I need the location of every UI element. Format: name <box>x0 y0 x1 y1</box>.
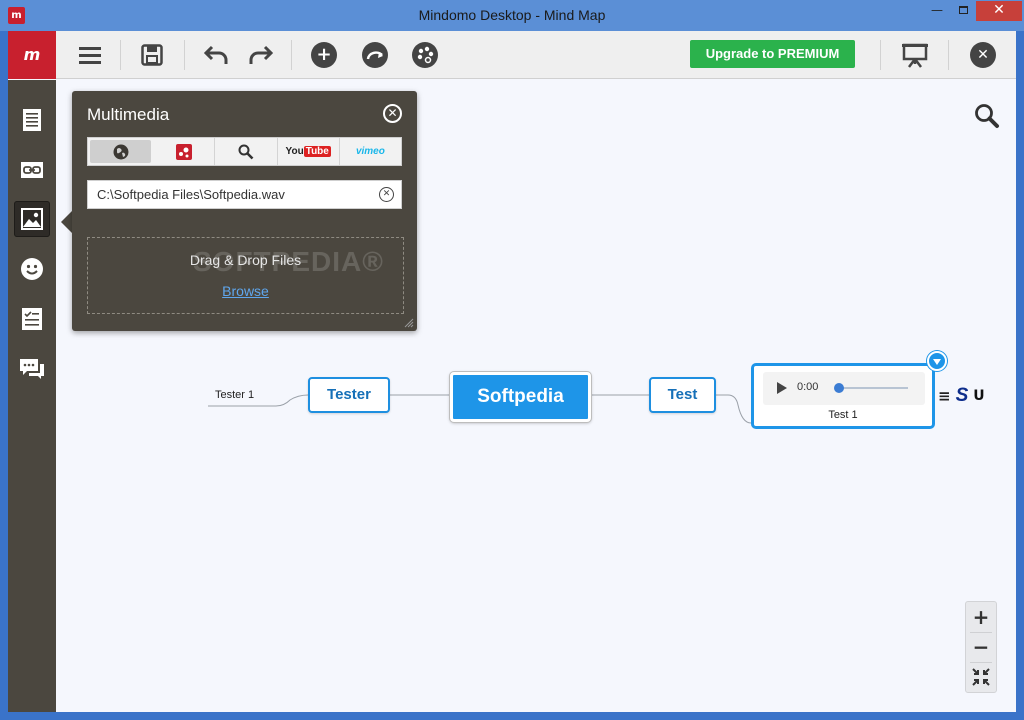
chevron-down-icon <box>933 359 941 365</box>
audio-seek-track[interactable] <box>838 387 908 389</box>
audio-seek-handle[interactable] <box>834 383 844 393</box>
topic-attachments: ≡ S ᑌ <box>938 385 985 407</box>
leaf-topic-tester-1[interactable]: Tester 1 <box>215 389 254 401</box>
app-client-area: m + Upgrade to PREMIUM ✕ Multimedia ✕ Yo… <box>8 31 1016 712</box>
window-title: Mindomo Desktop - Mind Map <box>418 7 606 23</box>
notes-indicator-icon[interactable]: ≡ <box>938 387 951 405</box>
maximize-icon <box>958 6 968 14</box>
window-close-button[interactable]: ✕ <box>976 1 1022 21</box>
link-indicator-icon[interactable]: ᑌ <box>973 388 984 404</box>
audio-player: 0:00 <box>763 372 925 405</box>
zoom-out-button[interactable]: − <box>966 633 996 661</box>
fit-to-screen-button[interactable] <box>966 663 996 691</box>
topic-tester[interactable]: Tester <box>308 377 390 413</box>
zoom-controls: + − <box>965 601 997 693</box>
maximize-button[interactable] <box>950 1 976 21</box>
window-titlebar: m Mindomo Desktop - Mind Map — ✕ <box>0 0 1024 31</box>
central-topic[interactable]: Softpedia <box>450 372 591 422</box>
zoom-in-button[interactable]: + <box>966 603 996 631</box>
collapse-toggle-icon[interactable] <box>927 351 947 371</box>
skype-icon[interactable]: S <box>956 385 969 407</box>
topic-test[interactable]: Test <box>649 377 716 413</box>
fit-to-screen-icon <box>972 668 990 686</box>
play-icon[interactable] <box>777 382 787 394</box>
media-topic-label: Test 1 <box>828 409 858 421</box>
media-topic-test-1[interactable]: 0:00 Test 1 <box>751 363 935 429</box>
minimize-button[interactable]: — <box>924 1 950 21</box>
audio-time: 0:00 <box>797 381 819 393</box>
